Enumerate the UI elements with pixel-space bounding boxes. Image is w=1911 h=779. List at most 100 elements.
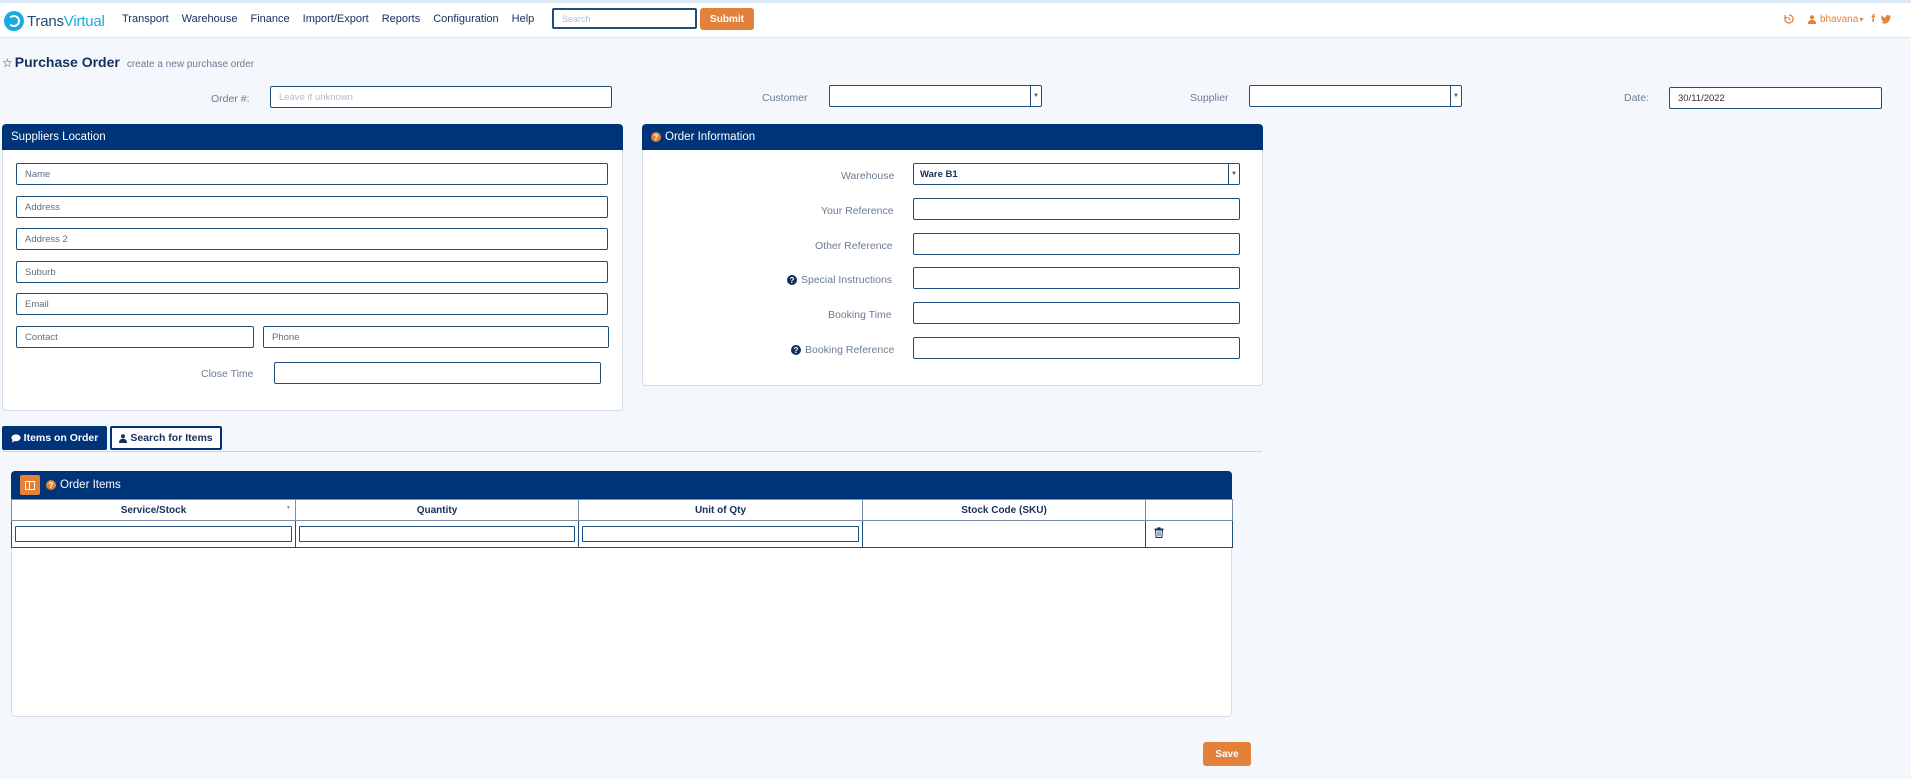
facebook-icon[interactable]: f — [1871, 13, 1875, 25]
navbar: TransVirtual Transport Warehouse Finance… — [0, 3, 1911, 38]
star-icon[interactable]: ☆ — [2, 56, 13, 70]
order-number-input[interactable] — [270, 86, 612, 108]
trash-icon[interactable] — [1154, 527, 1164, 538]
column-header-actions — [1145, 499, 1233, 521]
date-label: Date: — [1624, 92, 1650, 104]
save-button[interactable]: Save — [1203, 742, 1251, 766]
booking-time-label: Booking Time — [828, 309, 892, 321]
table-header-row: Service/Stock ▼ Quantity Unit of Qty Stoc… — [11, 499, 1233, 521]
history-icon[interactable] — [1784, 14, 1794, 24]
order-items-header: ? Order Items — [11, 471, 1232, 499]
nav-item-help[interactable]: Help — [512, 13, 535, 25]
supplier-select[interactable]: ▼ — [1249, 85, 1462, 107]
brand-name-part2: Virtual — [63, 12, 105, 30]
your-reference-label: Your Reference — [821, 205, 894, 217]
nav-item-reports[interactable]: Reports — [382, 13, 421, 25]
dropdown-arrow-icon: ▼ — [1450, 86, 1461, 106]
help-icon[interactable]: ? — [787, 275, 797, 285]
columns-toggle-button[interactable] — [20, 475, 40, 495]
submit-button[interactable]: Submit — [700, 8, 754, 30]
order-number-label: Order #: — [211, 93, 250, 105]
close-time-input[interactable] — [274, 362, 601, 384]
tab-search-for-items-label: Search for Items — [130, 432, 213, 444]
booking-reference-label: Booking Reference — [805, 344, 895, 356]
warehouse-label: Warehouse — [841, 170, 895, 182]
special-instructions-input[interactable] — [913, 267, 1240, 289]
nav-item-import-export[interactable]: Import/Export — [303, 13, 369, 25]
unit-of-qty-input[interactable] — [582, 526, 859, 542]
suppliers-location-header: Suppliers Location — [2, 124, 623, 150]
page-subtitle: create a new purchase order — [126, 59, 255, 70]
order-information-panel: ? Order Information Warehouse Ware B1 ▼ … — [642, 124, 1263, 386]
twitter-icon[interactable] — [1881, 14, 1891, 24]
suppliers-location-panel: Suppliers Location Close Time — [2, 124, 623, 411]
date-input[interactable] — [1669, 87, 1882, 109]
column-header-stock-code: Stock Code (SKU) — [862, 499, 1146, 521]
help-icon[interactable]: ? — [651, 132, 661, 142]
your-reference-input[interactable] — [913, 198, 1240, 220]
cell-quantity — [295, 520, 579, 548]
supplier-contact-input[interactable] — [16, 326, 254, 348]
order-items-panel: ? Order Items Service/Stock ▼ Quantity Un… — [11, 471, 1233, 717]
service-stock-input[interactable] — [15, 526, 292, 542]
table-row — [11, 520, 1233, 548]
booking-time-input[interactable] — [913, 302, 1240, 324]
nav-item-finance[interactable]: Finance — [251, 13, 290, 25]
booking-reference-input[interactable] — [913, 337, 1240, 359]
supplier-email-input[interactable] — [16, 293, 608, 315]
columns-icon — [25, 480, 35, 490]
column-header-service-stock[interactable]: Service/Stock ▼ — [11, 499, 296, 521]
order-items-title: Order Items — [60, 479, 121, 491]
tab-items-on-order-label: Items on Order — [23, 432, 99, 444]
supplier-name-input[interactable] — [16, 163, 608, 185]
help-icon[interactable]: ? — [46, 480, 56, 490]
cell-unit-of-qty — [578, 520, 863, 548]
customer-label: Customer — [762, 92, 808, 104]
customer-select[interactable]: ▼ — [829, 85, 1042, 107]
nav-item-warehouse[interactable]: Warehouse — [182, 13, 238, 25]
brand-name-part1: Trans — [27, 12, 64, 30]
other-reference-label: Other Reference — [815, 240, 893, 252]
warehouse-value: Ware B1 — [920, 168, 958, 180]
search-input[interactable] — [552, 8, 697, 29]
nav-item-transport[interactable]: Transport — [122, 13, 169, 25]
special-instructions-label: Special Instructions — [801, 274, 893, 286]
nav-item-configuration[interactable]: Configuration — [433, 13, 498, 25]
tab-divider — [2, 451, 1262, 452]
supplier-label: Supplier — [1190, 92, 1229, 104]
order-information-header: ? Order Information — [642, 124, 1263, 150]
supplier-address2-input[interactable] — [16, 228, 608, 250]
cell-actions — [1145, 520, 1233, 548]
cell-service-stock — [11, 520, 296, 548]
other-reference-input[interactable] — [913, 233, 1240, 255]
order-information-title: Order Information — [665, 131, 756, 143]
supplier-suburb-input[interactable] — [16, 261, 608, 283]
help-icon[interactable]: ? — [791, 345, 801, 355]
column-header-unit-of-qty: Unit of Qty — [578, 499, 863, 521]
user-area: bhavana ▾ f — [1784, 13, 1891, 25]
supplier-phone-input[interactable] — [263, 326, 609, 348]
dropdown-arrow-icon: ▼ — [1030, 86, 1041, 106]
booking-reference-label-group: ? Booking Reference — [791, 344, 894, 356]
sort-icon: ▼ — [286, 505, 291, 511]
main-menu: Transport Warehouse Finance Import/Expor… — [122, 13, 547, 25]
special-instructions-label-group: ? Special Instructions — [787, 274, 892, 286]
brand-logo[interactable]: TransVirtual — [4, 9, 105, 33]
username: bhavana — [1819, 13, 1859, 25]
supplier-address-input[interactable] — [16, 196, 608, 218]
column-header-label: Service/Stock — [120, 504, 187, 516]
tab-items-on-order[interactable]: Items on Order — [2, 426, 107, 450]
user-icon — [119, 433, 128, 443]
column-header-quantity: Quantity — [295, 499, 579, 521]
page-title: Purchase Order — [14, 54, 120, 70]
chevron-down-icon: ▾ — [1859, 14, 1864, 24]
tab-search-for-items[interactable]: Search for Items — [110, 426, 222, 450]
close-time-label: Close Time — [201, 368, 254, 380]
quantity-input[interactable] — [299, 526, 575, 542]
user-menu[interactable]: bhavana ▾ — [1807, 13, 1864, 25]
suppliers-location-title: Suppliers Location — [11, 131, 106, 143]
cell-stock-code — [862, 520, 1146, 548]
warehouse-select[interactable]: Ware B1 ▼ — [913, 163, 1240, 185]
comment-icon — [11, 433, 21, 443]
dropdown-arrow-icon: ▼ — [1228, 164, 1239, 184]
